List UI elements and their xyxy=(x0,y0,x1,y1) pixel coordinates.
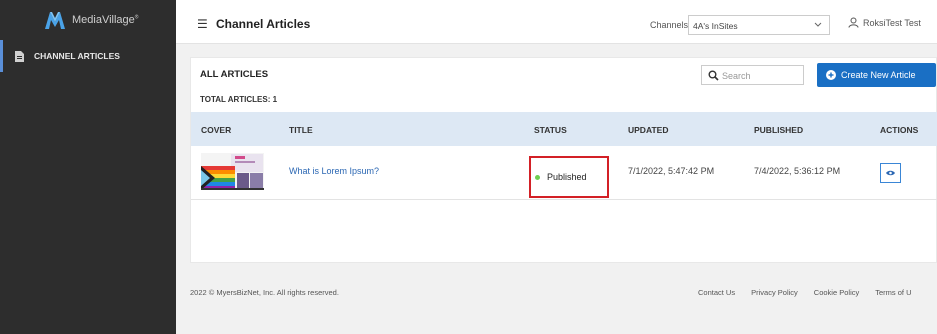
column-header-updated[interactable]: UPDATED xyxy=(628,125,668,135)
user-menu[interactable]: RoksiTest Test xyxy=(848,17,921,28)
top-bar: ☰ Channel Articles Channels 4A's InSites… xyxy=(176,0,937,44)
article-title-link[interactable]: What is Lorem Ipsum? xyxy=(289,166,379,176)
footer-link-terms[interactable]: Terms of U xyxy=(875,288,911,297)
channels-label: Channels xyxy=(650,20,689,30)
search-box xyxy=(701,65,804,85)
column-header-title[interactable]: TITLE xyxy=(289,125,313,135)
updated-date: 7/1/2022, 5:47:42 PM xyxy=(628,166,715,176)
page-title: Channel Articles xyxy=(216,17,311,31)
status-badge: Published xyxy=(547,172,587,182)
sidebar: MediaVillage® CHANNEL ARTICLES xyxy=(0,0,176,334)
column-header-published[interactable]: PUBLISHED xyxy=(754,125,803,135)
table-header: COVER TITLE STATUS UPDATED PUBLISHED ACT… xyxy=(191,112,937,146)
mediavillage-logo-icon xyxy=(45,12,65,29)
chevron-down-icon xyxy=(814,22,822,27)
table-row: What is Lorem Ipsum? Published 7/1/2022,… xyxy=(191,146,937,200)
published-date: 7/4/2022, 5:36:12 PM xyxy=(754,166,841,176)
sidebar-item-label: CHANNEL ARTICLES xyxy=(34,51,120,61)
status-dot-icon xyxy=(535,175,540,180)
logo[interactable]: MediaVillage® xyxy=(0,0,176,40)
article-cover-thumbnail[interactable] xyxy=(201,153,264,190)
column-header-cover[interactable]: COVER xyxy=(201,125,231,135)
channels-selected-value: 4A's InSites xyxy=(693,21,738,31)
user-icon xyxy=(848,17,859,28)
footer-copyright: 2022 © MyersBizNet, Inc. All rights rese… xyxy=(190,288,339,297)
user-name: RoksiTest Test xyxy=(863,17,921,28)
sidebar-item-channel-articles[interactable]: CHANNEL ARTICLES xyxy=(0,40,176,72)
channels-select[interactable]: 4A's InSites xyxy=(688,15,830,35)
total-articles-count: TOTAL ARTICLES: 1 xyxy=(200,95,278,104)
document-icon xyxy=(15,50,24,62)
search-input[interactable] xyxy=(722,68,802,83)
eye-icon xyxy=(886,170,895,176)
footer-link-contact-us[interactable]: Contact Us xyxy=(698,288,735,297)
column-header-actions: ACTIONS xyxy=(880,125,919,135)
status-cell-highlight: Published xyxy=(529,156,609,198)
footer-link-privacy-policy[interactable]: Privacy Policy xyxy=(751,288,798,297)
create-new-article-label: Create New Article xyxy=(841,70,916,80)
search-icon[interactable] xyxy=(708,70,719,81)
column-header-status[interactable]: STATUS xyxy=(534,125,567,135)
plus-circle-icon xyxy=(826,70,836,80)
footer-links: Contact Us Privacy Policy Cookie Policy … xyxy=(698,288,928,297)
hamburger-menu-icon[interactable]: ☰ xyxy=(197,17,208,31)
create-new-article-button[interactable]: Create New Article xyxy=(817,63,936,87)
view-article-button[interactable] xyxy=(880,163,901,183)
footer-link-cookie-policy[interactable]: Cookie Policy xyxy=(814,288,859,297)
section-title: ALL ARTICLES xyxy=(200,69,269,80)
articles-card: ALL ARTICLES TOTAL ARTICLES: 1 Create Ne… xyxy=(190,57,937,263)
logo-text: MediaVillage® xyxy=(72,14,139,26)
